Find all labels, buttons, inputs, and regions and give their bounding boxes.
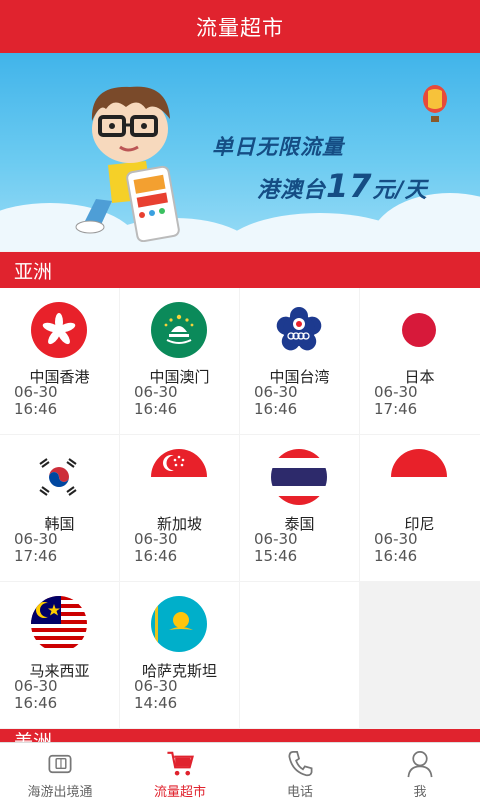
tab-label: 流量超市 [153,785,206,800]
country-card-indonesia[interactable]: 印尼 06-30 16:46 [360,435,480,581]
country-timestamp: 06-30 16:46 [134,384,178,418]
country-date: 06-30 [254,530,298,548]
app-header: 流量超市 [0,0,480,53]
country-timestamp: 06-30 15:46 [254,531,298,565]
promo-headline: 单日无限流量 [212,135,344,159]
country-card-hong-kong[interactable]: 中国香港 06-30 16:46 [0,288,119,434]
country-time: 17:46 [14,547,58,565]
country-timestamp: 06-30 16:46 [374,531,418,565]
phone-icon [288,751,313,777]
hot-air-balloon-illustration [423,85,447,122]
empty-cell [240,582,359,728]
country-timestamp: 06-30 16:46 [14,678,58,712]
hong-kong-flag-icon [31,302,87,358]
country-time: 16:46 [254,400,298,418]
promo-price-unit: 元/天 [372,178,428,203]
country-card-kazakhstan[interactable]: 哈萨克斯坦 06-30 14:46 [120,582,239,728]
country-timestamp: 06-30 17:46 [14,531,58,565]
indonesia-flag-icon [391,449,447,505]
country-date: 06-30 [14,677,58,695]
japan-flag-icon [391,302,447,358]
country-time: 16:46 [14,694,58,712]
country-timestamp: 06-30 16:46 [14,384,58,418]
country-card-singapore[interactable]: 新加坡 06-30 16:46 [120,435,239,581]
promo-price-number: 17 [326,167,373,205]
bottom-tab-bar: 海游出境通 流量超市 电话 我 [0,742,480,800]
country-date: 06-30 [254,383,298,401]
tab-label: 我 [413,785,427,800]
tab-label: 海游出境通 [27,785,93,800]
country-timestamp: 06-30 16:46 [254,384,298,418]
tab-data-market[interactable]: 流量超市 [120,743,240,800]
taiwan-flag-icon [271,302,327,358]
country-timestamp: 06-30 14:46 [134,678,178,712]
country-time: 14:46 [134,694,178,712]
korea-flag-icon [31,449,87,505]
tab-phone[interactable]: 电话 [240,743,360,800]
country-card-korea[interactable]: 韩国 06-30 17:46 [0,435,119,581]
country-date: 06-30 [374,383,418,401]
country-date: 06-30 [14,383,58,401]
country-grid: 中国香港 06-30 16:46 中国澳门 06-30 16:46 中国台湾 0… [0,288,480,729]
thailand-flag-icon [271,449,327,505]
promo-price: 港澳台17元/天 [257,167,428,205]
cartoon-boy-illustration [75,86,180,242]
page-title: 流量超市 [196,15,284,40]
country-date: 06-30 [374,530,418,548]
promo-region: 港澳台 [257,178,327,203]
country-time: 16:46 [14,400,58,418]
promo-banner[interactable]: 单日无限流量 港澳台17元/天 [0,53,480,251]
country-date: 06-30 [14,530,58,548]
shopping-cart-icon [167,751,194,776]
person-icon [407,751,433,778]
country-time: 16:46 [134,400,178,418]
tab-haiyou[interactable]: 海游出境通 [0,743,120,800]
country-time: 16:46 [134,547,178,565]
sim-card-icon [48,754,72,774]
section-label: 亚洲 [14,261,53,283]
country-date: 06-30 [134,530,178,548]
country-card-japan[interactable]: 日本 06-30 17:46 [360,288,480,434]
section-header-asia: 亚洲 [0,252,480,288]
country-card-taiwan[interactable]: 中国台湾 06-30 16:46 [240,288,359,434]
tab-label: 电话 [286,785,313,800]
country-timestamp: 06-30 17:46 [374,384,418,418]
country-timestamp: 06-30 16:46 [134,531,178,565]
section-header-americas: 美洲 [0,729,480,742]
section-label: 美洲 [14,731,53,742]
country-time: 16:46 [374,547,418,565]
tab-me[interactable]: 我 [360,743,480,800]
kazakhstan-flag-icon [151,596,207,652]
country-card-macau[interactable]: 中国澳门 06-30 16:46 [120,288,239,434]
country-card-malaysia[interactable]: 马来西亚 06-30 16:46 [0,582,119,728]
macau-flag-icon [151,302,207,358]
singapore-flag-icon [151,449,207,505]
country-date: 06-30 [134,383,178,401]
country-time: 15:46 [254,547,298,565]
malaysia-flag-icon [31,596,87,652]
country-time: 17:46 [374,400,418,418]
country-card-thailand[interactable]: 泰国 06-30 15:46 [240,435,359,581]
country-date: 06-30 [134,677,178,695]
